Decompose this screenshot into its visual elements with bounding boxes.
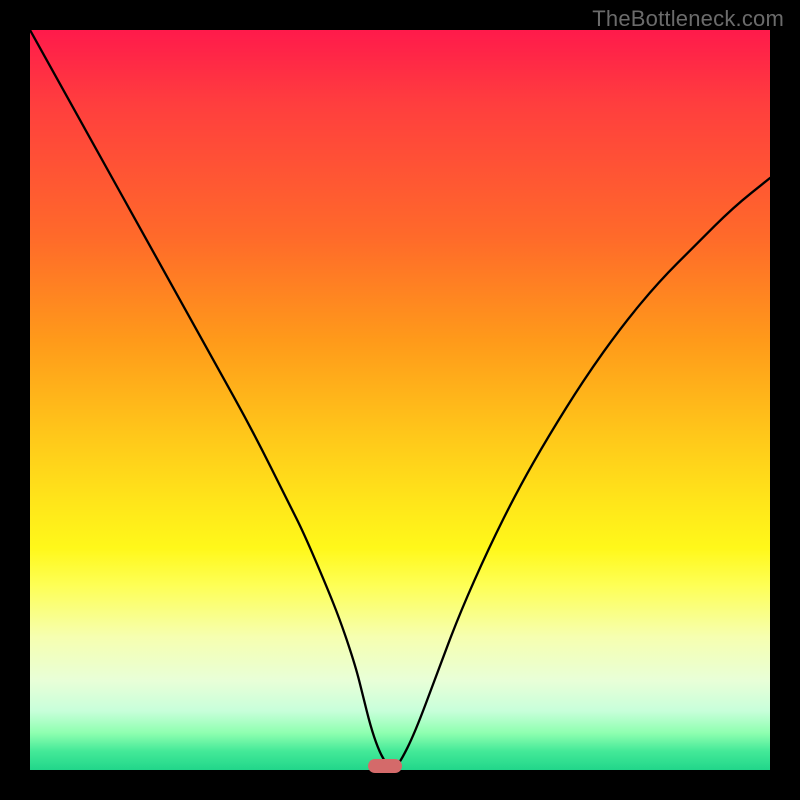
chart-frame: TheBottleneck.com [0,0,800,800]
bottleneck-curve-path [30,30,770,768]
plot-area [30,30,770,770]
optimum-marker [368,759,402,773]
watermark-text: TheBottleneck.com [592,6,784,32]
curve-svg [30,30,770,770]
